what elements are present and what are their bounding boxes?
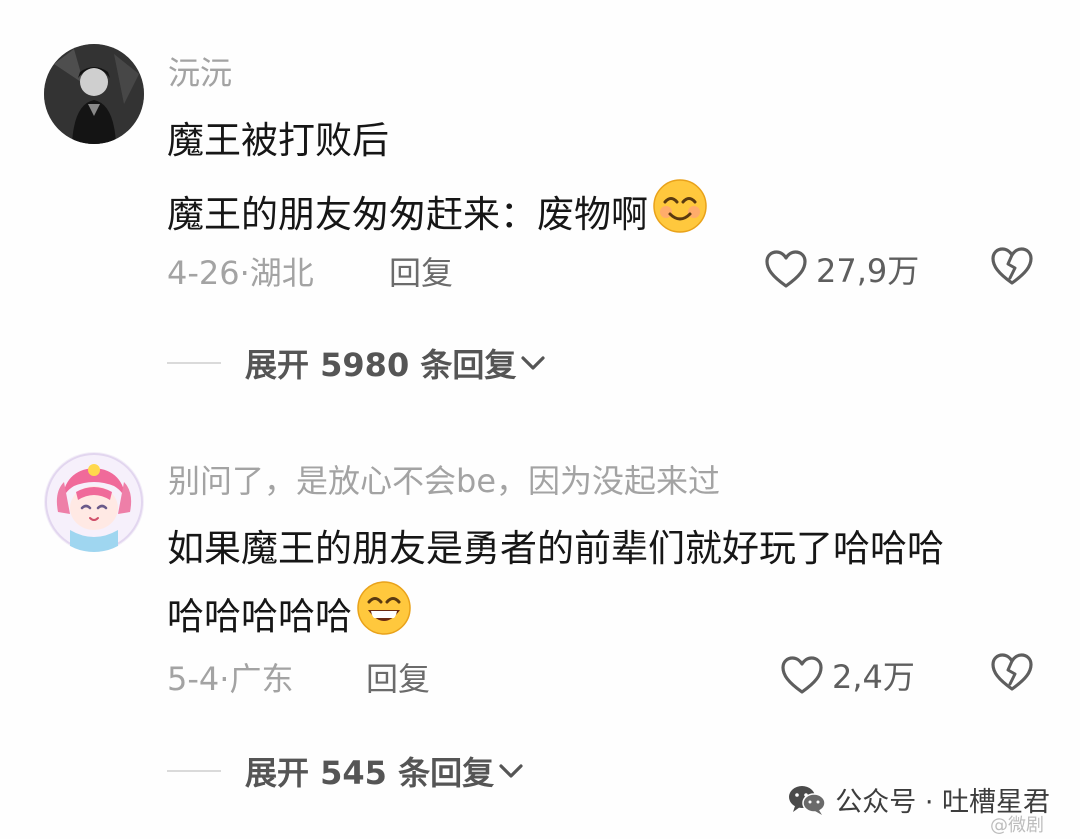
comment-meta: 5-4·广东 [167,654,293,700]
heart-outline-icon [781,656,823,694]
chevron-down-icon [521,356,545,370]
divider-line [167,362,221,364]
avatar-dark-figure-icon [44,44,144,144]
username[interactable]: 别问了，是放心不会be，因为没起来过 [168,456,720,502]
expand-replies-button[interactable]: 展开 545 条回复 [167,748,524,794]
like-button[interactable]: 27,9万 [764,246,919,292]
dislike-button[interactable] [990,246,1034,290]
comment-text-line-2: 魔王的朋友匆匆赶来：废物啊 [167,178,708,243]
comment-text-line-1: 如果魔王的朋友是勇者的前辈们就好玩了哈哈哈 [167,527,944,570]
like-count: 2,4万 [832,658,915,696]
comment-date: 4-26 [167,254,240,292]
comment-feed: 沅沅 魔王被打败后 魔王的朋友匆匆赶来：废物啊 4-26·湖北 回复 27,9万… [0,0,1080,839]
comment-text: 魔王的朋友匆匆赶来：废物啊 [167,192,648,236]
divider-line [167,770,221,772]
comment-text: 哈哈哈哈哈 [167,594,352,638]
avatar[interactable] [44,44,144,144]
wechat-logo-icon [789,785,826,815]
chevron-down-icon [499,764,523,778]
broken-heart-icon [991,247,1033,285]
meta-separator: · [219,660,230,698]
comment-date: 5-4 [167,660,220,698]
like-button[interactable]: 2,4万 [780,652,915,698]
comment-location: 广东 [229,660,294,698]
reply-button[interactable]: 回复 [389,248,453,294]
expand-replies-label: 展开 5980 条回复 [245,346,517,384]
watermark-sub: @微剧 [990,815,1044,836]
expand-replies-button[interactable]: 展开 5980 条回复 [167,340,546,386]
dislike-button[interactable] [990,652,1034,696]
grin-emoji-icon [356,580,412,645]
username[interactable]: 沅沅 [168,48,232,94]
comment-location: 湖北 [249,254,314,292]
like-count: 27,9万 [816,252,920,290]
reply-button[interactable]: 回复 [366,654,430,700]
meta-separator: · [239,254,250,292]
expand-replies-label: 展开 545 条回复 [245,754,495,792]
comment-meta: 4-26·湖北 [167,248,314,294]
broken-heart-icon [991,653,1033,691]
avatar-anime-girl-icon [44,452,144,552]
heart-outline-icon [765,250,807,288]
smile-emoji-icon [652,178,708,243]
comment-text-line-1: 魔王被打败后 [167,119,389,162]
avatar[interactable] [44,452,144,552]
comment-text-line-2: 哈哈哈哈哈 [167,580,412,645]
